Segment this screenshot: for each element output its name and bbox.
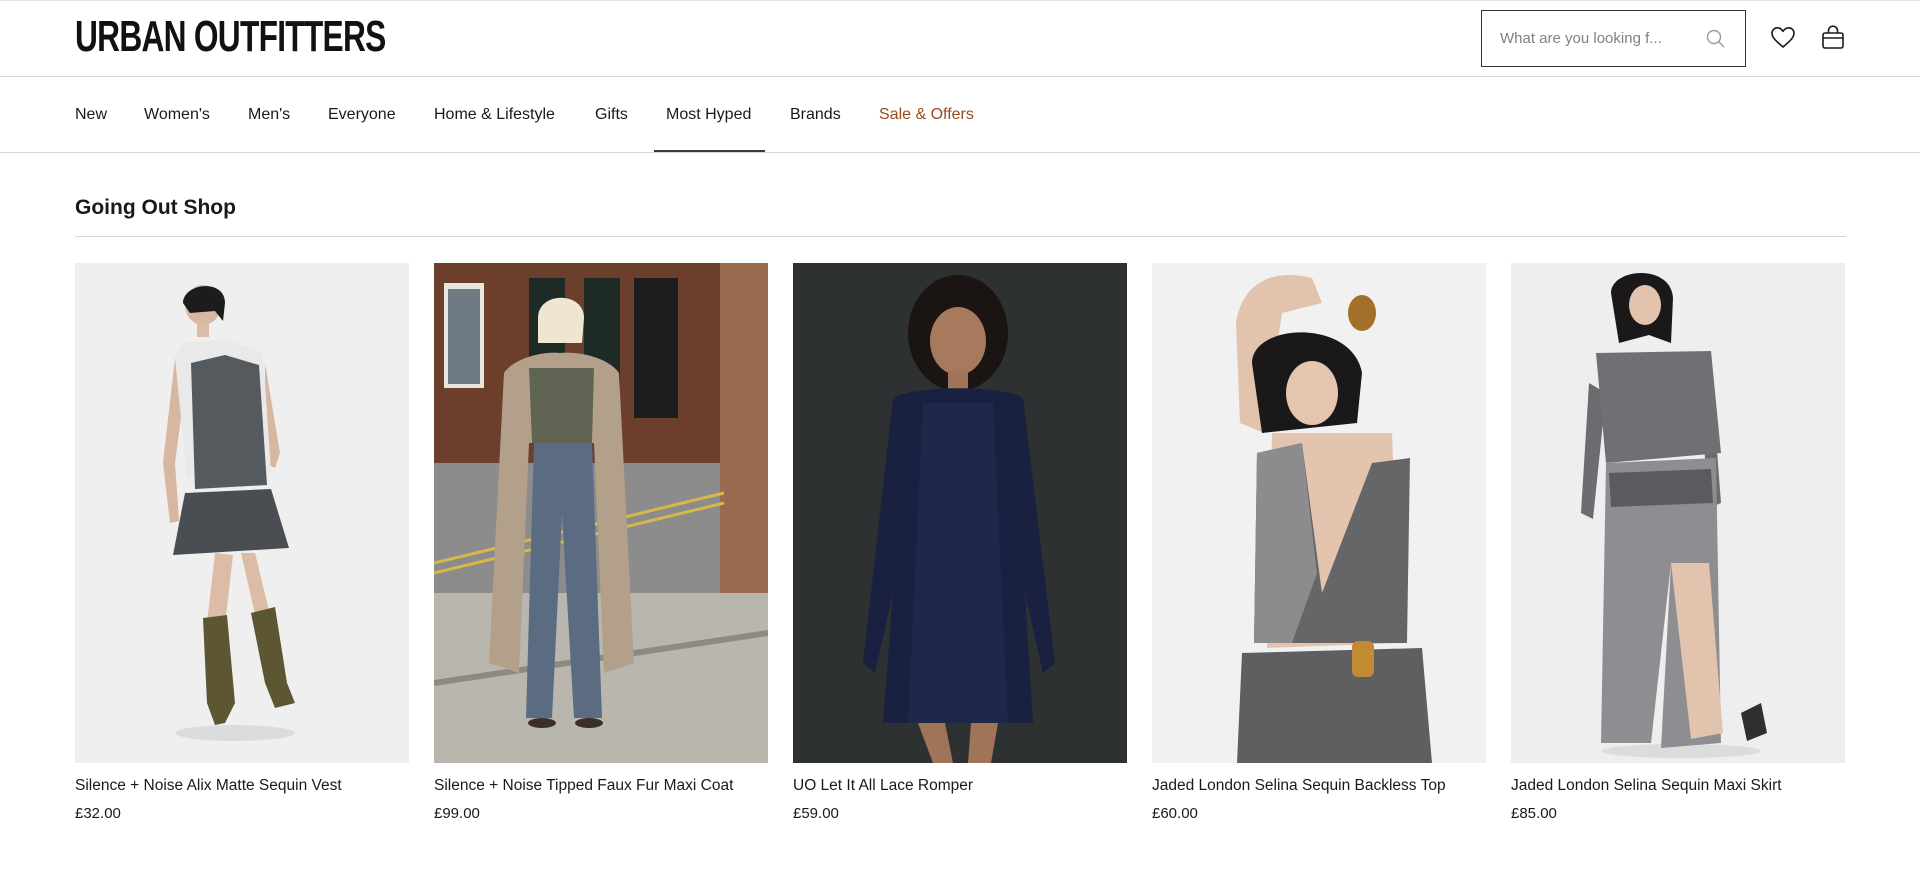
- nav-item-mens[interactable]: Men's: [248, 78, 290, 153]
- search-bar[interactable]: [1481, 10, 1746, 67]
- site-header: URBAN OUTFITTERS: [0, 1, 1920, 77]
- product-name[interactable]: UO Let It All Lace Romper: [793, 777, 973, 795]
- product-price: £59.00: [793, 805, 839, 822]
- nav-item-home-lifestyle[interactable]: Home & Lifestyle: [434, 78, 555, 153]
- nav-item-everyone[interactable]: Everyone: [328, 78, 396, 153]
- product-card[interactable]: UO Let It All Lace Romper £59.00: [793, 263, 1127, 822]
- nav-item-gifts[interactable]: Gifts: [595, 78, 628, 153]
- product-name[interactable]: Silence + Noise Tipped Faux Fur Maxi Coa…: [434, 777, 733, 795]
- search-icon[interactable]: [1705, 28, 1727, 50]
- nav-item-most-hyped[interactable]: Most Hyped: [666, 78, 751, 153]
- product-image[interactable]: [1511, 263, 1845, 763]
- product-card[interactable]: Jaded London Selina Sequin Backless Top …: [1152, 263, 1486, 822]
- nav-item-sale-offers[interactable]: Sale & Offers: [879, 78, 974, 153]
- nav-active-indicator: [654, 150, 765, 152]
- bag-icon[interactable]: [1820, 24, 1846, 50]
- product-price: £60.00: [1152, 805, 1198, 822]
- product-price: £85.00: [1511, 805, 1557, 822]
- section-divider: [75, 236, 1846, 237]
- product-card[interactable]: Jaded London Selina Sequin Maxi Skirt £8…: [1511, 263, 1845, 822]
- product-image[interactable]: [75, 263, 409, 763]
- nav-item-new[interactable]: New: [75, 78, 107, 153]
- product-image[interactable]: [1152, 263, 1486, 763]
- product-image[interactable]: [793, 263, 1127, 763]
- product-image[interactable]: [434, 263, 768, 763]
- product-name[interactable]: Jaded London Selina Sequin Backless Top: [1152, 777, 1446, 795]
- product-name[interactable]: Jaded London Selina Sequin Maxi Skirt: [1511, 777, 1782, 795]
- product-card[interactable]: Silence + Noise Alix Matte Sequin Vest £…: [75, 263, 409, 822]
- site-logo[interactable]: URBAN OUTFITTERS: [75, 12, 386, 61]
- heart-icon[interactable]: [1770, 25, 1796, 51]
- search-input[interactable]: [1500, 30, 1700, 47]
- product-price: £99.00: [434, 805, 480, 822]
- nav-item-brands[interactable]: Brands: [790, 78, 841, 153]
- nav-item-womens[interactable]: Women's: [144, 78, 210, 153]
- product-name[interactable]: Silence + Noise Alix Matte Sequin Vest: [75, 777, 342, 795]
- product-price: £32.00: [75, 805, 121, 822]
- main-nav: New Women's Men's Everyone Home & Lifest…: [0, 78, 1920, 153]
- section-title: Going Out Shop: [75, 196, 236, 219]
- product-card[interactable]: Silence + Noise Tipped Faux Fur Maxi Coa…: [434, 263, 768, 822]
